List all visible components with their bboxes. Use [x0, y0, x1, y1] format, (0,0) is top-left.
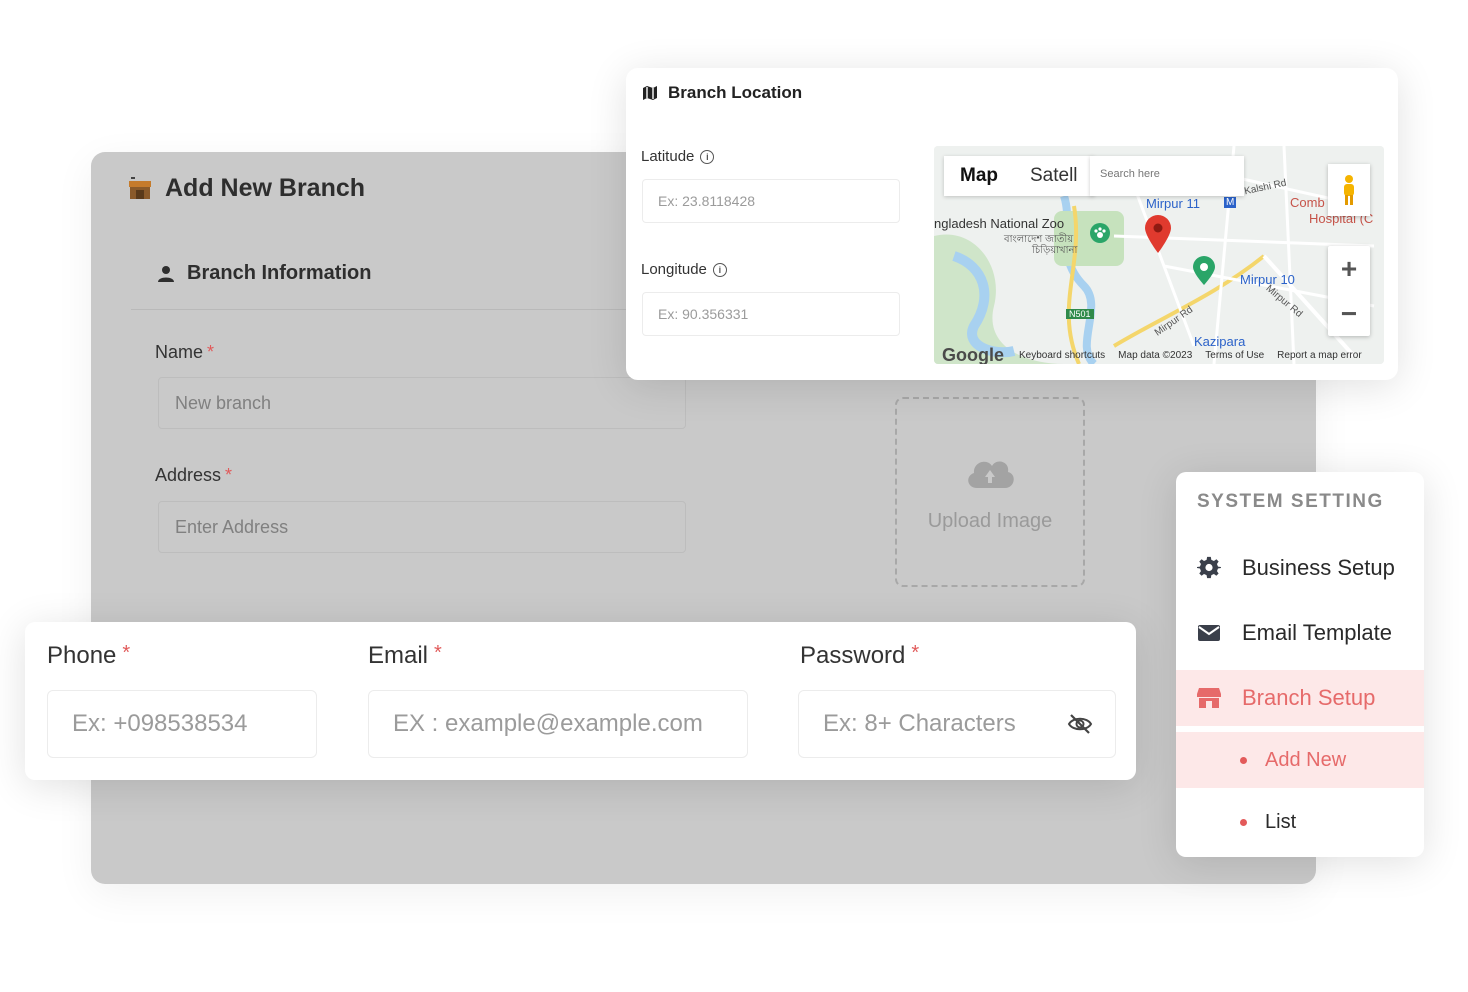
envelope-icon: [1197, 621, 1221, 645]
map-search-input[interactable]: Search here: [1090, 156, 1244, 196]
password-label: Password *: [800, 642, 919, 670]
map-label-zoo-bn2: চিড়িয়াখানা: [1032, 245, 1078, 256]
map-zoom-control: + −: [1328, 246, 1370, 336]
keyboard-shortcuts-link[interactable]: Keyboard shortcuts: [1019, 350, 1105, 361]
address-label: Address *: [155, 465, 232, 486]
name-input[interactable]: New branch: [158, 377, 686, 429]
location-title-text: Branch Location: [668, 83, 803, 102]
email-label: Email *: [368, 642, 442, 670]
contact-fields-card: Phone * Ex: +098538534 Email * EX : exampl…: [25, 622, 1136, 780]
street-view-pegman[interactable]: [1328, 164, 1370, 216]
location-title: Branch Location: [642, 83, 802, 103]
map-pin-icon[interactable]: [1143, 214, 1173, 254]
map-icon: [643, 86, 657, 100]
gear-icon: [1197, 556, 1221, 580]
menu-item-label: Business Setup: [1242, 555, 1395, 580]
map-footer: Google Keyboard shortcuts Map data ©2023…: [934, 344, 1384, 365]
map-label-mirpur11: Mirpur 11: [1146, 196, 1200, 211]
map-type-tabs: Map Satell: [944, 156, 1094, 196]
section-title-text: Branch Information: [187, 262, 372, 284]
required-mark: *: [207, 342, 215, 362]
submenu-item-label: List: [1265, 810, 1297, 833]
upload-image-label: Upload Image: [927, 509, 1053, 532]
address-label-text: Address: [155, 465, 222, 485]
zoom-in-button[interactable]: +: [1341, 253, 1357, 285]
menu-item-branch-setup[interactable]: Branch Setup: [1176, 670, 1424, 726]
latitude-label: Latitude i: [641, 148, 715, 165]
system-settings-menu: SYSTEM SETTING Business Setup Email Temp…: [1176, 472, 1424, 857]
phone-input[interactable]: Ex: +098538534: [47, 690, 317, 758]
section-title: Branch Information: [157, 262, 371, 285]
bullet-dot-icon: [1240, 818, 1247, 826]
map-label-zoo: ngladesh National Zoo: [934, 216, 1065, 231]
store-icon: [1197, 686, 1221, 710]
map-tab-map[interactable]: Map: [944, 156, 1014, 196]
phone-label-text: Phone: [47, 642, 117, 669]
bullet-dot-icon: [1240, 756, 1247, 764]
page-title-text: Add New Branch: [165, 174, 366, 202]
map-search-placeholder: Search here: [1100, 168, 1160, 180]
longitude-label: Longitude i: [641, 261, 727, 278]
upload-image-dropzone[interactable]: Upload Image: [895, 397, 1085, 587]
place-marker-icon: [1193, 256, 1215, 285]
google-map[interactable]: ngladesh National Zoo বাংলাদেশ জাতীয় চি…: [934, 146, 1384, 364]
cloud-upload-icon: [968, 460, 1014, 488]
submenu-item-label: Add New: [1265, 748, 1347, 771]
page-title: Add New Branch: [127, 174, 365, 203]
branch-store-icon: [129, 176, 151, 199]
address-input-placeholder: Enter Address: [175, 516, 289, 537]
terms-link[interactable]: Terms of Use: [1205, 350, 1264, 361]
longitude-placeholder: Ex: 90.356331: [658, 306, 749, 322]
menu-item-label: Branch Setup: [1242, 685, 1376, 710]
longitude-input[interactable]: Ex: 90.356331: [642, 292, 900, 336]
menu-item-label: Email Template: [1242, 620, 1392, 645]
name-label: Name *: [155, 342, 214, 363]
map-data-text: Map data ©2023: [1118, 349, 1193, 361]
required-mark: *: [225, 465, 233, 485]
email-label-text: Email: [368, 642, 429, 669]
password-input[interactable]: Ex: 8+ Characters: [798, 690, 1116, 758]
password-placeholder: Ex: 8+ Characters: [823, 710, 1016, 737]
report-error-link[interactable]: Report a map error: [1277, 350, 1361, 361]
required-mark: *: [911, 642, 920, 664]
pegman-icon: [1344, 175, 1354, 205]
zoo-paw-icon: [1090, 223, 1110, 243]
map-label-combined: Comb: [1290, 195, 1325, 210]
submenu-item-add-new[interactable]: Add New: [1176, 732, 1424, 788]
metro-icon: M: [1224, 197, 1237, 208]
menu-item-business-setup[interactable]: Business Setup: [1176, 540, 1424, 596]
required-mark: *: [122, 642, 131, 664]
latitude-placeholder: Ex: 23.8118428: [658, 193, 756, 209]
map-label-n501: N501: [1066, 309, 1094, 319]
submenu-item-list[interactable]: List: [1176, 794, 1424, 850]
phone-placeholder: Ex: +098538534: [72, 710, 248, 737]
branch-location-card: Branch Location Latitude i Ex: 23.811842…: [626, 68, 1398, 380]
user-icon: [158, 265, 174, 282]
map-tab-satellite[interactable]: Satell: [1014, 156, 1094, 196]
info-icon[interactable]: i: [700, 149, 715, 164]
address-input[interactable]: Enter Address: [158, 501, 686, 553]
longitude-label-text: Longitude: [641, 261, 707, 278]
required-mark: *: [434, 642, 442, 664]
latitude-label-text: Latitude: [641, 148, 695, 165]
info-icon[interactable]: i: [712, 262, 727, 277]
settings-heading: SYSTEM SETTING: [1197, 491, 1384, 512]
password-label-text: Password: [800, 642, 906, 669]
latitude-input[interactable]: Ex: 23.8118428: [642, 179, 900, 223]
name-input-value: New branch: [175, 392, 272, 413]
google-logo: Google: [942, 344, 1004, 365]
eye-slash-icon[interactable]: [1067, 712, 1093, 736]
email-input[interactable]: EX : example@example.com: [368, 690, 748, 758]
email-placeholder: EX : example@example.com: [393, 710, 703, 737]
phone-label: Phone *: [47, 642, 130, 670]
map-label-mirpur10: Mirpur 10: [1240, 272, 1295, 287]
name-label-text: Name: [155, 342, 204, 362]
menu-item-email-template[interactable]: Email Template: [1176, 605, 1424, 661]
zoom-out-button[interactable]: −: [1341, 298, 1357, 330]
